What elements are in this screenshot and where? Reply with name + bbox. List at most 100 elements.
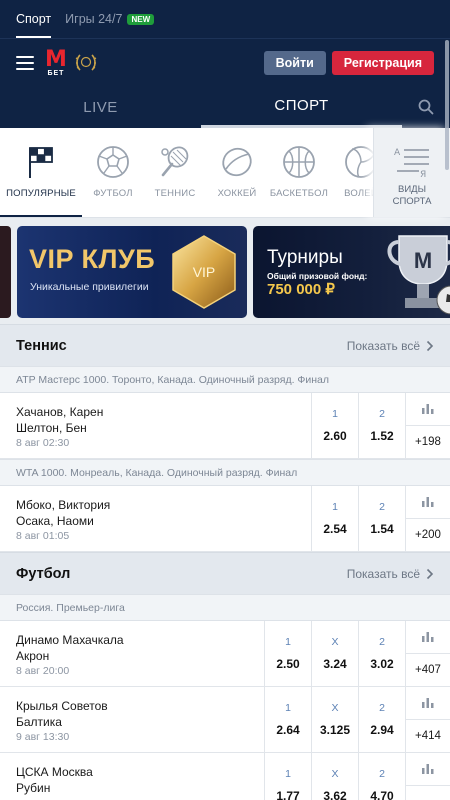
svg-text:Я: Я: [420, 170, 426, 180]
odd-button[interactable]: 2 3.02: [358, 621, 405, 686]
banner-tournaments[interactable]: Турниры Общий призовой фонд: 750 000 ₽ M: [253, 226, 450, 318]
svg-text:А: А: [394, 148, 401, 158]
odd-button[interactable]: 2 2.94: [358, 687, 405, 752]
show-all-link[interactable]: Показать всё: [347, 339, 434, 353]
show-all-label: Показать всё: [346, 566, 420, 581]
odd-button[interactable]: 2 1.52: [358, 393, 405, 458]
event-info[interactable]: Крылья Советов Балтика 9 авг 13:30: [0, 687, 264, 752]
category-tennis-label: Теннис: [154, 188, 196, 199]
odd-label: 2: [379, 636, 385, 648]
stats-icon[interactable]: [406, 486, 450, 519]
team-2: Балтика: [16, 715, 62, 729]
show-all-link[interactable]: Показать всё: [347, 567, 434, 581]
odd-button[interactable]: 1 2.64: [264, 687, 311, 752]
odd-button[interactable]: 2 4.70: [358, 753, 405, 800]
odd-label: 1: [332, 408, 338, 420]
event-info[interactable]: ЦСКА Москва Рубин: [0, 753, 264, 800]
stats-icon[interactable]: [406, 393, 450, 426]
show-all-label: Показать всё: [346, 338, 420, 353]
league-header[interactable]: ATP Мастерс 1000. Торонто, Канада. Одино…: [0, 366, 450, 393]
section-tennis-header: Теннис Показать всё: [0, 324, 450, 366]
trophy-icon: M: [387, 235, 450, 315]
odd-button[interactable]: 1 1.77: [264, 753, 311, 800]
odd-button[interactable]: X 3.125: [311, 687, 358, 752]
tab-games[interactable]: Игры 24/7 NEW: [65, 0, 155, 38]
odd-value: 3.02: [370, 657, 394, 671]
category-basketball[interactable]: Баскетбол: [268, 128, 330, 217]
odd-label: 2: [379, 501, 385, 513]
category-tennis[interactable]: Теннис: [144, 128, 206, 217]
login-button[interactable]: Войти: [263, 50, 326, 75]
event-date: 8 авг 01:05: [16, 530, 70, 542]
search-icon[interactable]: [418, 99, 434, 115]
sport-types-button[interactable]: А Я Виды спорта: [373, 128, 450, 217]
flag-icon: [29, 147, 53, 178]
scrollbar[interactable]: [445, 40, 449, 170]
odd-value: 4.70: [370, 789, 394, 800]
more-markets-button[interactable]: +407: [406, 654, 450, 686]
league-header[interactable]: WTA 1000. Монреаль, Канада. Одиночный ра…: [0, 459, 450, 486]
top-tabs: Спорт Игры 24/7 NEW: [0, 0, 450, 38]
odd-button[interactable]: X 3.24: [311, 621, 358, 686]
alphabet-list-icon: А Я: [394, 148, 429, 180]
team-1: Динамо Махачкала: [16, 633, 124, 647]
mode-tabs: LIVE СПОРТ: [0, 86, 450, 128]
stats-icon[interactable]: [406, 687, 450, 720]
banner-vip-club[interactable]: VIP КЛУБ Уникальные привилегии VIP: [17, 226, 247, 318]
logo-text: БЕТ: [47, 69, 65, 77]
stats-icon[interactable]: [406, 621, 450, 654]
odd-value: 1.54: [370, 522, 394, 536]
section-title: Футбол: [16, 565, 71, 582]
odd-button[interactable]: X 3.62: [311, 753, 358, 800]
event-row[interactable]: Крылья Советов Балтика 9 авг 13:30 1 2.6…: [0, 687, 450, 753]
stats-icon[interactable]: [406, 753, 450, 786]
vip-gem-icon: VIP: [172, 235, 236, 309]
award-laurel-icon: [75, 53, 97, 71]
more-markets-button[interactable]: [406, 786, 450, 800]
event-row[interactable]: Хачанов, Карен Шелтон, Бен 8 авг 02:30 1…: [0, 393, 450, 459]
hockey-puck-icon: [222, 147, 252, 177]
event-more: [405, 753, 450, 800]
tab-games-label: Игры 24/7: [65, 12, 123, 26]
league-header[interactable]: Россия. Премьер-лига: [0, 594, 450, 621]
more-markets-button[interactable]: +414: [406, 720, 450, 752]
odd-label: 1: [285, 636, 291, 648]
team-2: Рубин: [16, 781, 51, 795]
event-row[interactable]: ЦСКА Москва Рубин 1 1.77 X 3.62 2 4.70: [0, 753, 450, 800]
tennis-icon: [161, 146, 189, 177]
tab-live[interactable]: LIVE: [0, 86, 201, 128]
odd-button[interactable]: 1 2.60: [311, 393, 358, 458]
event-more: +414: [405, 687, 450, 752]
tab-sport-mode[interactable]: СПОРТ: [201, 86, 402, 128]
logo-letter: M: [45, 46, 67, 72]
event-row[interactable]: Динамо Махачкала Акрон 8 авг 20:00 1 2.5…: [0, 621, 450, 687]
category-hockey[interactable]: Хоккей: [206, 128, 268, 217]
event-info[interactable]: Хачанов, Карен Шелтон, Бен 8 авг 02:30: [0, 393, 311, 458]
register-button[interactable]: Регистрация: [331, 50, 434, 75]
odd-value: 1.52: [370, 429, 394, 443]
banner-prev-stub[interactable]: [0, 226, 11, 318]
category-football[interactable]: Футбол: [82, 128, 144, 217]
tab-sport[interactable]: Спорт: [16, 0, 52, 38]
odd-value: 2.60: [323, 429, 347, 443]
event-info[interactable]: Мбоко, Виктория Осака, Наоми 8 авг 01:05: [0, 486, 311, 551]
more-markets-button[interactable]: +198: [406, 426, 450, 458]
odd-button[interactable]: 1 2.50: [264, 621, 311, 686]
odd-button[interactable]: 2 1.54: [358, 486, 405, 551]
vip-title: VIP КЛУБ: [29, 244, 156, 274]
odd-value: 2.64: [276, 723, 300, 737]
event-date: 9 авг 13:30: [16, 731, 70, 743]
odd-label: 1: [332, 501, 338, 513]
more-markets-button[interactable]: +200: [406, 519, 450, 551]
logo[interactable]: M БЕТ: [45, 46, 67, 77]
event-row[interactable]: Мбоко, Виктория Осака, Наоми 8 авг 01:05…: [0, 486, 450, 552]
new-badge: NEW: [127, 13, 155, 25]
category-popular[interactable]: Популярные: [0, 128, 82, 217]
event-info[interactable]: Динамо Махачкала Акрон 8 авг 20:00: [0, 621, 264, 686]
event-more: +407: [405, 621, 450, 686]
odd-button[interactable]: 1 2.54: [311, 486, 358, 551]
tournaments-prize: 750 000 ₽: [267, 281, 335, 298]
tab-sport-label: Спорт: [16, 12, 52, 26]
menu-icon[interactable]: [16, 55, 34, 70]
football-icon: [97, 146, 129, 178]
